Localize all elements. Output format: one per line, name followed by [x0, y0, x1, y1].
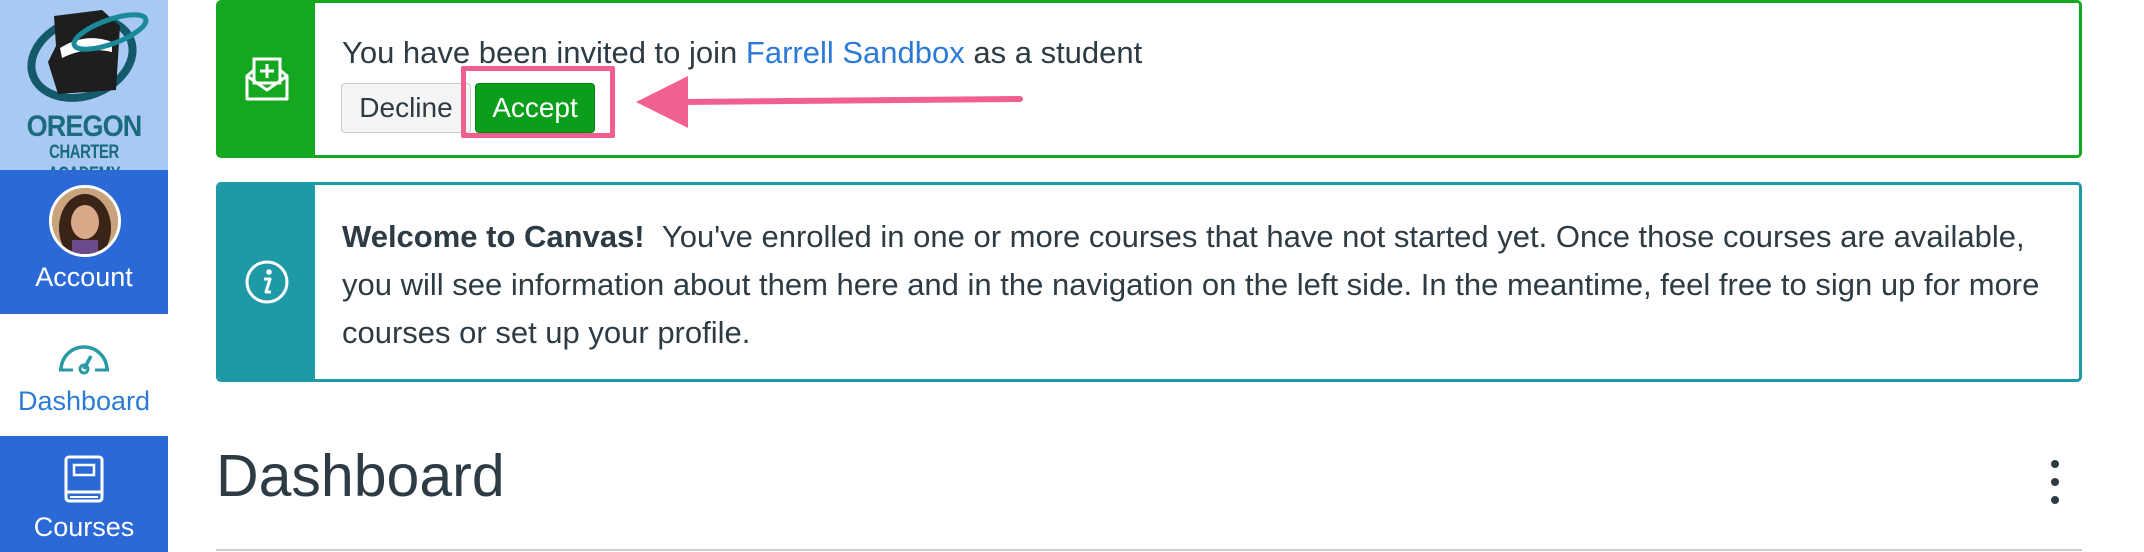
- book-icon: [64, 455, 104, 503]
- alert-icon-column: [219, 185, 315, 379]
- header-divider: [216, 549, 2082, 551]
- welcome-title: Welcome to Canvas!: [342, 219, 645, 254]
- invitation-message: You have been invited to join Farrell Sa…: [342, 35, 1142, 71]
- course-invitation-alert: You have been invited to join Farrell Sa…: [216, 0, 2082, 158]
- logo-line-2: CHARTER ACADEMY: [48, 142, 121, 170]
- nav-courses[interactable]: Courses: [0, 436, 168, 552]
- envelope-plus-icon: [245, 57, 289, 101]
- alert-icon-column: [219, 3, 315, 155]
- dashboard-gauge-icon: [59, 345, 109, 375]
- school-logo[interactable]: OREGON CHARTER ACADEMY: [0, 0, 168, 170]
- oregon-logo-graphic: [27, 10, 149, 102]
- logo-line-1: OREGON: [26, 110, 143, 143]
- welcome-message: Welcome to Canvas! You've enrolled in on…: [342, 213, 2062, 357]
- invitation-text-before: You have been invited to join: [342, 35, 746, 70]
- nav-courses-label: Courses: [33, 512, 135, 542]
- page-title: Dashboard: [216, 443, 505, 509]
- nav-dashboard[interactable]: Dashboard: [0, 314, 168, 436]
- welcome-info-alert: Welcome to Canvas! You've enrolled in on…: [216, 182, 2082, 382]
- decline-button[interactable]: Decline: [341, 83, 471, 133]
- invitation-text-after: as a student: [964, 35, 1143, 70]
- accept-button[interactable]: Accept: [475, 83, 595, 133]
- info-icon: [245, 260, 289, 304]
- nav-account-label: Account: [35, 262, 133, 292]
- global-nav: OREGON CHARTER ACADEMY Account Dashboard: [0, 0, 168, 552]
- more-vertical-icon[interactable]: [2040, 460, 2070, 504]
- avatar: [49, 185, 121, 257]
- course-link[interactable]: Farrell Sandbox: [746, 35, 965, 70]
- nav-dashboard-label: Dashboard: [17, 386, 151, 416]
- nav-account[interactable]: Account: [0, 170, 168, 314]
